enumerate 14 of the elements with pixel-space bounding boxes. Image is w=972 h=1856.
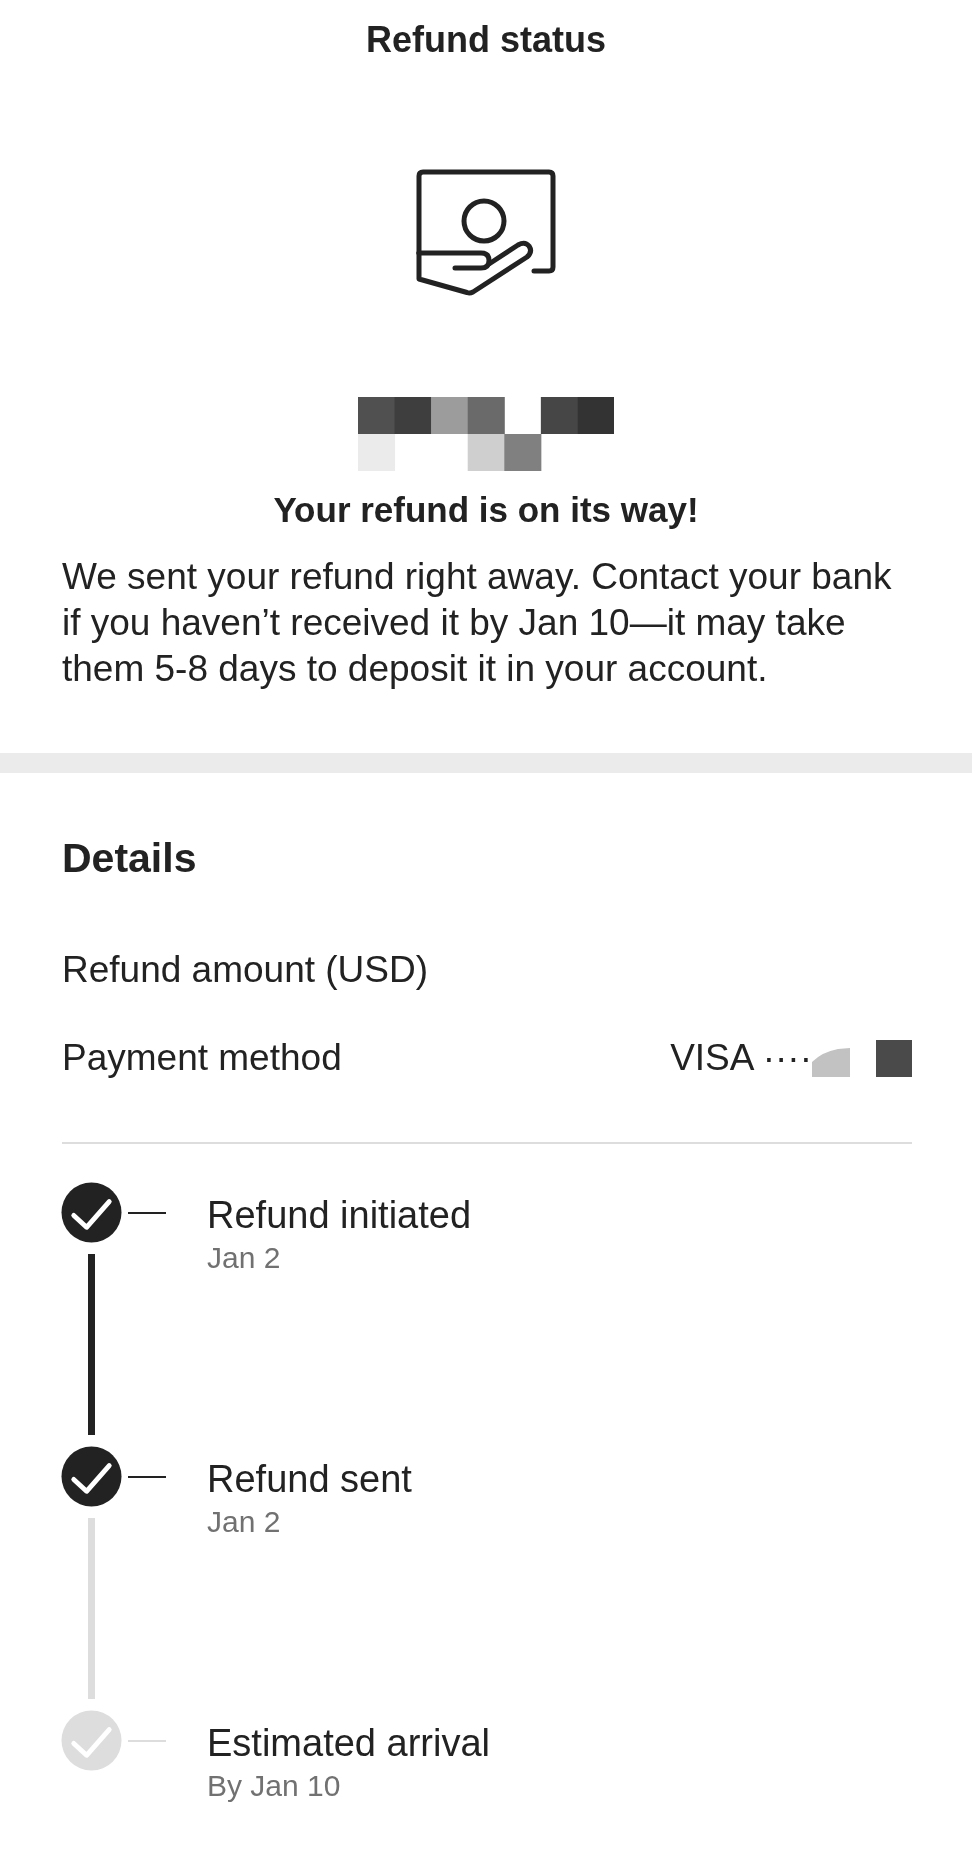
details-heading: Details — [62, 834, 198, 882]
step-date: By Jan 10 — [207, 1768, 342, 1804]
step-title: Refund sent — [207, 1457, 412, 1501]
detail-label: Payment method — [62, 1036, 342, 1080]
detail-value: VISA ···· — [670, 1036, 812, 1080]
step-date: Jan 2 — [207, 1504, 282, 1540]
step-title: Estimated arrival — [207, 1721, 490, 1765]
page-title: Refund status — [366, 18, 606, 61]
detail-label: Refund amount (USD) — [62, 948, 429, 992]
step-title: Refund initiated — [207, 1193, 472, 1237]
refund-message: We sent your refund right away. Contact your bank if you haven’t received it by Jan 10—it may take them 5-8 days to deposit it in your account. — [62, 555, 893, 691]
step-date: Jan 2 — [207, 1240, 282, 1276]
hand-holding-card-icon — [416, 169, 556, 296]
refund-heading: Your refund is on its way! — [273, 489, 699, 531]
